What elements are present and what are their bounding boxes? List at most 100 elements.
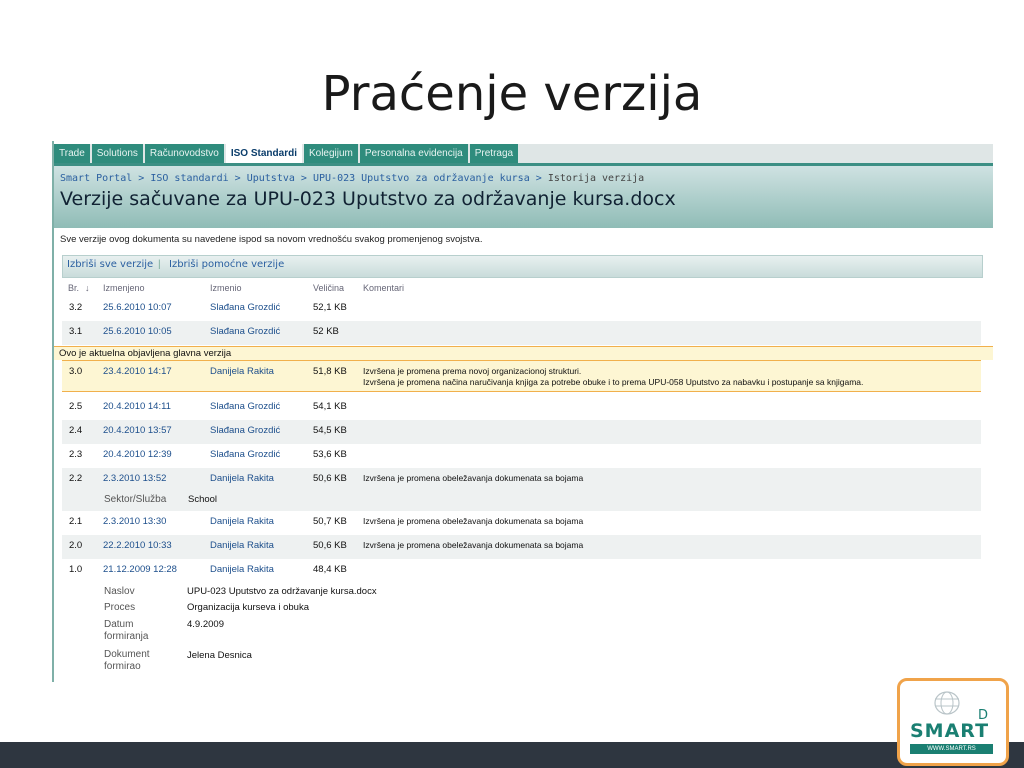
table-row: 2.3 20.4.2010 12:39 Slađana Grozdić 53,6…	[62, 444, 981, 468]
table-row: 3.2 25.6.2010 10:07 Slađana Grozdić 52,1…	[62, 297, 981, 321]
property-value: Jelena Desnica	[187, 650, 252, 661]
version-user-link[interactable]: Danijela Rakita	[210, 564, 274, 575]
breadcrumb: Smart Portal > ISO standardi > Uputstva …	[60, 173, 644, 184]
tab-solutions[interactable]: Solutions	[91, 144, 143, 163]
table-row: 2.1 2.3.2010 13:30 Danijela Rakita 50,7 …	[62, 511, 981, 535]
tab-pretraga[interactable]: Pretraga	[469, 144, 519, 163]
version-user-link[interactable]: Danijela Rakita	[210, 366, 274, 377]
table-row: 2.5 20.4.2010 14:11 Slađana Grozdić 54,1…	[62, 396, 981, 420]
sort-arrow-icon: ↓	[85, 283, 90, 293]
tab-kolegijum[interactable]: Kolegijum	[303, 144, 358, 163]
column-header-modified-by[interactable]: Izmenio	[210, 283, 242, 293]
top-navigation: Trade Solutions Računovodstvo ISO Standa…	[54, 144, 993, 163]
version-date-link[interactable]: 20.4.2010 12:39	[103, 449, 172, 460]
version-comment: Izvršena je promena obeležavanja dokumen…	[363, 516, 584, 526]
toolbar-separator: |	[158, 259, 161, 270]
version-size: 48,4 KB	[313, 564, 347, 575]
smart-logo: D SMART WWW.SMART.RS	[897, 678, 1009, 766]
version-date-link[interactable]: 21.12.2009 12:28	[103, 564, 177, 575]
version-date-link[interactable]: 25.6.2010 10:05	[103, 326, 172, 337]
logo-text: SMART	[910, 720, 990, 742]
version-size: 52 KB	[313, 326, 339, 337]
version-number: 1.0	[69, 564, 83, 575]
property-value: 4.9.2009	[187, 619, 224, 630]
slide-title: Praćenje verzija	[321, 66, 703, 122]
tab-personalna-evidencija[interactable]: Personalna evidencija	[359, 144, 468, 163]
tab-racunovodstvo[interactable]: Računovodstvo	[144, 144, 224, 163]
version-number: 2.5	[69, 401, 83, 412]
version-user-link[interactable]: Slađana Grozdić	[210, 449, 280, 460]
table-row: 2.0 22.2.2010 10:33 Danijela Rakita 50,6…	[62, 535, 981, 559]
column-header-size[interactable]: Veličina	[313, 283, 344, 293]
page-header: Smart Portal > ISO standardi > Uputstva …	[54, 163, 993, 228]
breadcrumb-iso-standardi[interactable]: ISO standardi	[150, 173, 228, 184]
version-comment: Izvršena je promena obeležavanja dokumen…	[363, 540, 584, 550]
version-number: 3.0	[69, 366, 83, 377]
breadcrumb-separator: >	[138, 173, 145, 184]
property-row: Sektor/Služba School	[62, 491, 981, 511]
version-number: 3.1	[69, 326, 83, 337]
property-value: Organizacija kurseva i obuka	[187, 602, 309, 613]
table-row-current: 3.0 23.4.2010 14:17 Danijela Rakita 51,8…	[62, 360, 981, 392]
version-date-link[interactable]: 22.2.2010 10:33	[103, 540, 172, 551]
version-size: 50,7 KB	[313, 516, 347, 527]
version-user-link[interactable]: Slađana Grozdić	[210, 425, 280, 436]
version-date-link[interactable]: 2.3.2010 13:52	[103, 473, 166, 484]
version-size: 50,6 KB	[313, 473, 347, 484]
globe-icon	[934, 691, 960, 715]
sharepoint-screenshot: Trade Solutions Računovodstvo ISO Standa…	[52, 141, 993, 682]
version-size: 54,1 KB	[313, 401, 347, 412]
version-user-link[interactable]: Danijela Rakita	[210, 540, 274, 551]
page-title: Verzije sačuvane za UPU-023 Uputstvo za …	[60, 188, 676, 210]
logo-url: WWW.SMART.RS	[910, 744, 993, 754]
version-date-link[interactable]: 20.4.2010 14:11	[103, 401, 171, 412]
delete-all-versions-link[interactable]: Izbriši sve verzije	[67, 259, 153, 270]
table-row: 3.1 25.6.2010 10:05 Slađana Grozdić 52 K…	[62, 321, 981, 345]
breadcrumb-separator: >	[300, 173, 307, 184]
tab-trade[interactable]: Trade	[54, 144, 90, 163]
version-date-link[interactable]: 25.6.2010 10:07	[103, 302, 172, 313]
action-toolbar: Izbriši sve verzije | Izbriši pomoćne ve…	[62, 255, 983, 278]
version-user-link[interactable]: Slađana Grozdić	[210, 401, 280, 412]
breadcrumb-separator: >	[234, 173, 241, 184]
version-number: 2.2	[69, 473, 83, 484]
tab-iso-standardi[interactable]: ISO Standardi	[225, 144, 302, 163]
slide-footer-bar	[0, 742, 1024, 768]
table-row: 1.0 21.12.2009 12:28 Danijela Rakita 48,…	[62, 559, 981, 583]
version-number: 2.0	[69, 540, 83, 551]
property-key: Datum formiranja	[104, 619, 149, 642]
table-row: 2.2 2.3.2010 13:52 Danijela Rakita 50,6 …	[62, 468, 981, 492]
property-key: Dokument formirao	[104, 649, 150, 672]
property-value: UPU-023 Uputstvo za održavanje kursa.doc…	[187, 586, 377, 597]
property-key: Naslov	[104, 586, 135, 597]
version-date-link[interactable]: 23.4.2010 14:17	[103, 366, 172, 377]
version-size: 54,5 KB	[313, 425, 347, 436]
version-size: 52,1 KB	[313, 302, 347, 313]
property-key: Sektor/Služba	[104, 494, 167, 505]
version-comment: Izvršena je promena prema novoj organiza…	[363, 366, 582, 376]
current-version-banner: Ovo je aktuelna objavljena glavna verzij…	[54, 346, 993, 360]
version-user-link[interactable]: Danijela Rakita	[210, 516, 274, 527]
property-value: School	[188, 494, 218, 505]
version-date-link[interactable]: 2.3.2010 13:30	[103, 516, 166, 527]
column-header-number[interactable]: Br.	[68, 283, 79, 293]
table-row: 2.4 20.4.2010 13:57 Slađana Grozdić 54,5…	[62, 420, 981, 444]
version-user-link[interactable]: Slađana Grozdić	[210, 326, 280, 337]
column-header-modified[interactable]: Izmenjeno	[103, 283, 145, 293]
breadcrumb-document[interactable]: UPU-023 Uputstvo za održavanje kursa	[313, 173, 530, 184]
version-user-link[interactable]: Danijela Rakita	[210, 473, 274, 484]
version-size: 53,6 KB	[313, 449, 347, 460]
breadcrumb-uputstva[interactable]: Uputstva	[247, 173, 295, 184]
version-number: 2.4	[69, 425, 83, 436]
breadcrumb-separator: >	[535, 173, 542, 184]
column-header-comments[interactable]: Komentari	[363, 283, 404, 293]
version-number: 2.3	[69, 449, 83, 460]
breadcrumb-smart-portal[interactable]: Smart Portal	[60, 173, 132, 184]
page-description: Sve verzije ovog dokumenta su navedene i…	[60, 234, 483, 245]
version-date-link[interactable]: 20.4.2010 13:57	[103, 425, 172, 436]
version-user-link[interactable]: Slađana Grozdić	[210, 302, 280, 313]
property-key: Proces	[104, 602, 136, 613]
version-number: 3.2	[69, 302, 83, 313]
delete-minor-versions-link[interactable]: Izbriši pomoćne verzije	[169, 259, 284, 270]
version-size: 50,6 KB	[313, 540, 347, 551]
